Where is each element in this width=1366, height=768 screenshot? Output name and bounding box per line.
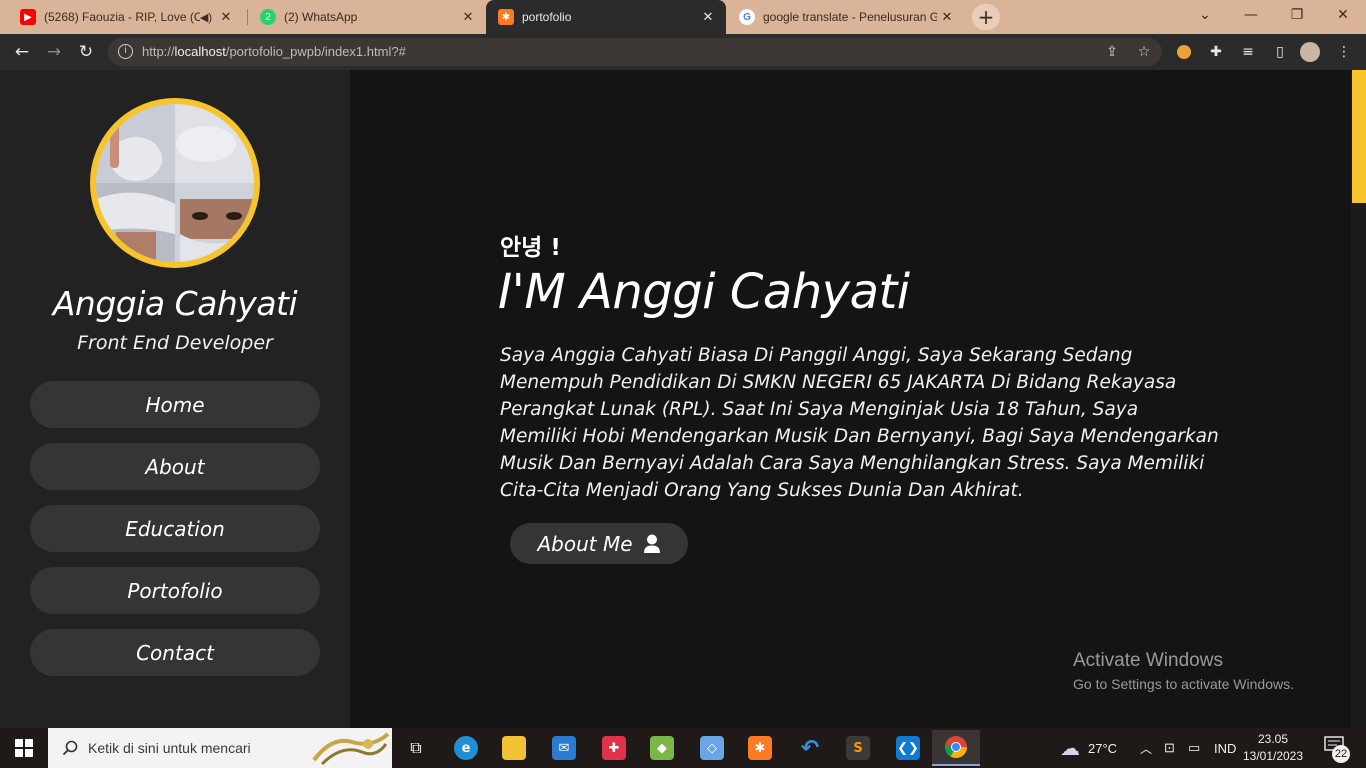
xampp-icon: ✱	[498, 9, 514, 25]
virtualbox-icon[interactable]: ◆	[638, 730, 686, 766]
close-tab-icon[interactable]: ✕	[216, 9, 236, 25]
address-bar[interactable]: i http://localhost/portofolio_pwpb/index…	[108, 38, 1162, 66]
taskbar-clock[interactable]: 23.05 13/01/2023	[1236, 731, 1310, 765]
browser-tab-portofolio[interactable]: ✱ portofolio ✕	[486, 0, 726, 34]
search-highlight-illustration	[312, 732, 390, 766]
page-scrollbar-thumb[interactable]	[1352, 70, 1366, 203]
weather-widget[interactable]: ☁ 27°C	[1060, 728, 1117, 768]
activate-windows-watermark: Activate Windows Go to Settings to activ…	[1073, 650, 1294, 692]
file-explorer-icon[interactable]	[490, 730, 538, 766]
nav-contact-button[interactable]: Contact	[30, 629, 320, 676]
youtube-icon: ▶	[20, 9, 36, 25]
3d-box-app-icon[interactable]: ◇	[688, 730, 736, 766]
nav-home-button[interactable]: Home	[30, 381, 320, 428]
notification-count-badge: 22	[1332, 745, 1350, 763]
restore-icon[interactable]: ❐	[1274, 0, 1320, 30]
media-control-icon[interactable]: ≡	[1238, 42, 1258, 62]
language-indicator[interactable]: IND	[1214, 728, 1236, 768]
bookmark-star-icon[interactable]: ☆	[1134, 42, 1154, 62]
side-panel-icon[interactable]: ▯	[1270, 42, 1290, 62]
google-icon: G	[739, 9, 755, 25]
speaker-icon[interactable]: ◀)	[200, 11, 212, 24]
windows-start-icon[interactable]	[0, 728, 48, 768]
back-icon[interactable]: ←	[10, 40, 34, 64]
browser-tab-google[interactable]: G google translate - Penelusuran G ✕	[727, 0, 965, 34]
close-tab-icon[interactable]: ✕	[937, 9, 957, 25]
extension-cookie-icon[interactable]	[1174, 42, 1194, 62]
profile-role: Front End Developer	[77, 332, 273, 354]
greeting-text: 안녕 !	[500, 235, 561, 261]
battery-icon[interactable]: ▭	[1188, 728, 1200, 768]
browser-tab-youtube[interactable]: ▶ (5268) Faouzia - RIP, Love (C ◀) ✕	[8, 0, 244, 34]
tab-search-icon[interactable]: ⌄	[1182, 0, 1228, 30]
forward-icon[interactable]: →	[42, 40, 66, 64]
profile-photo-image	[96, 104, 254, 262]
show-hidden-icons[interactable]: ︿	[1140, 728, 1152, 768]
notification-center-icon[interactable]: 22	[1324, 736, 1350, 763]
whatsapp-icon: 2	[260, 9, 276, 25]
user-icon	[643, 534, 660, 553]
nav-portofolio-button[interactable]: Portofolio	[30, 567, 320, 614]
share-icon[interactable]: ⇪	[1102, 42, 1122, 62]
edge-icon[interactable]: e	[442, 730, 490, 766]
profile-avatar-icon[interactable]	[1300, 42, 1320, 62]
nav-about-button[interactable]: About	[30, 443, 320, 490]
page-viewport: Anggia Cahyati Front End Developer Home …	[0, 70, 1366, 728]
vscode-icon[interactable]: ❮❯	[884, 730, 932, 766]
cloud-weather-icon: ☁	[1060, 737, 1080, 760]
camera-icon[interactable]: ⊡	[1164, 728, 1175, 768]
browser-tab-whatsapp[interactable]: 2 (2) WhatsApp ✕	[248, 0, 486, 34]
browser-toolbar: ← → ↻ i http://localhost/portofolio_pwpb…	[0, 34, 1366, 70]
taskbar-search-box[interactable]: Ketik di sini untuk mencari	[48, 728, 392, 768]
url-text[interactable]: http://localhost/portofolio_pwpb/index1.…	[142, 44, 406, 59]
minimize-icon[interactable]: —	[1228, 0, 1274, 30]
nav-education-button[interactable]: Education	[30, 505, 320, 552]
site-info-icon[interactable]: i	[118, 44, 133, 59]
menu-kebab-icon[interactable]: ⋮	[1334, 42, 1354, 62]
chrome-taskbar-icon[interactable]	[932, 730, 980, 766]
about-me-label: About Me	[537, 531, 633, 556]
hero-bio: Saya Anggia Cahyati Biasa Di Panggil Ang…	[500, 345, 1219, 501]
gift-app-icon[interactable]: ✚	[590, 730, 638, 766]
sublime-text-icon[interactable]: S	[834, 730, 882, 766]
search-placeholder: Ketik di sini untuk mencari	[88, 740, 251, 756]
profile-name: Anggia Cahyati	[52, 284, 298, 323]
search-icon	[62, 740, 78, 756]
extensions-puzzle-icon[interactable]: ✚	[1206, 42, 1226, 62]
close-tab-icon[interactable]: ✕	[458, 9, 478, 25]
reload-icon[interactable]: ↻	[74, 40, 98, 64]
new-tab-button[interactable]: +	[972, 4, 1000, 30]
task-view-icon[interactable]: ⧉	[392, 730, 440, 766]
about-me-button[interactable]: About Me	[510, 523, 688, 564]
close-window-icon[interactable]: ✕	[1320, 0, 1366, 30]
browser-tab-bar: ▶ (5268) Faouzia - RIP, Love (C ◀) ✕ 2 (…	[0, 0, 1366, 34]
mail-icon[interactable]: ✉	[540, 730, 588, 766]
taskbar: Ketik di sini untuk mencari ⧉ e ✉ ✚ ◆ ◇ …	[0, 728, 1366, 768]
arrow-app-icon[interactable]: ↶	[786, 730, 834, 766]
profile-photo	[90, 98, 260, 268]
close-tab-icon[interactable]: ✕	[698, 9, 718, 25]
hero-headline: I'M Anggi Cahyati	[498, 264, 910, 320]
xampp-taskbar-icon[interactable]: ✱	[736, 730, 784, 766]
sidebar: Anggia Cahyati Front End Developer Home …	[0, 70, 350, 728]
